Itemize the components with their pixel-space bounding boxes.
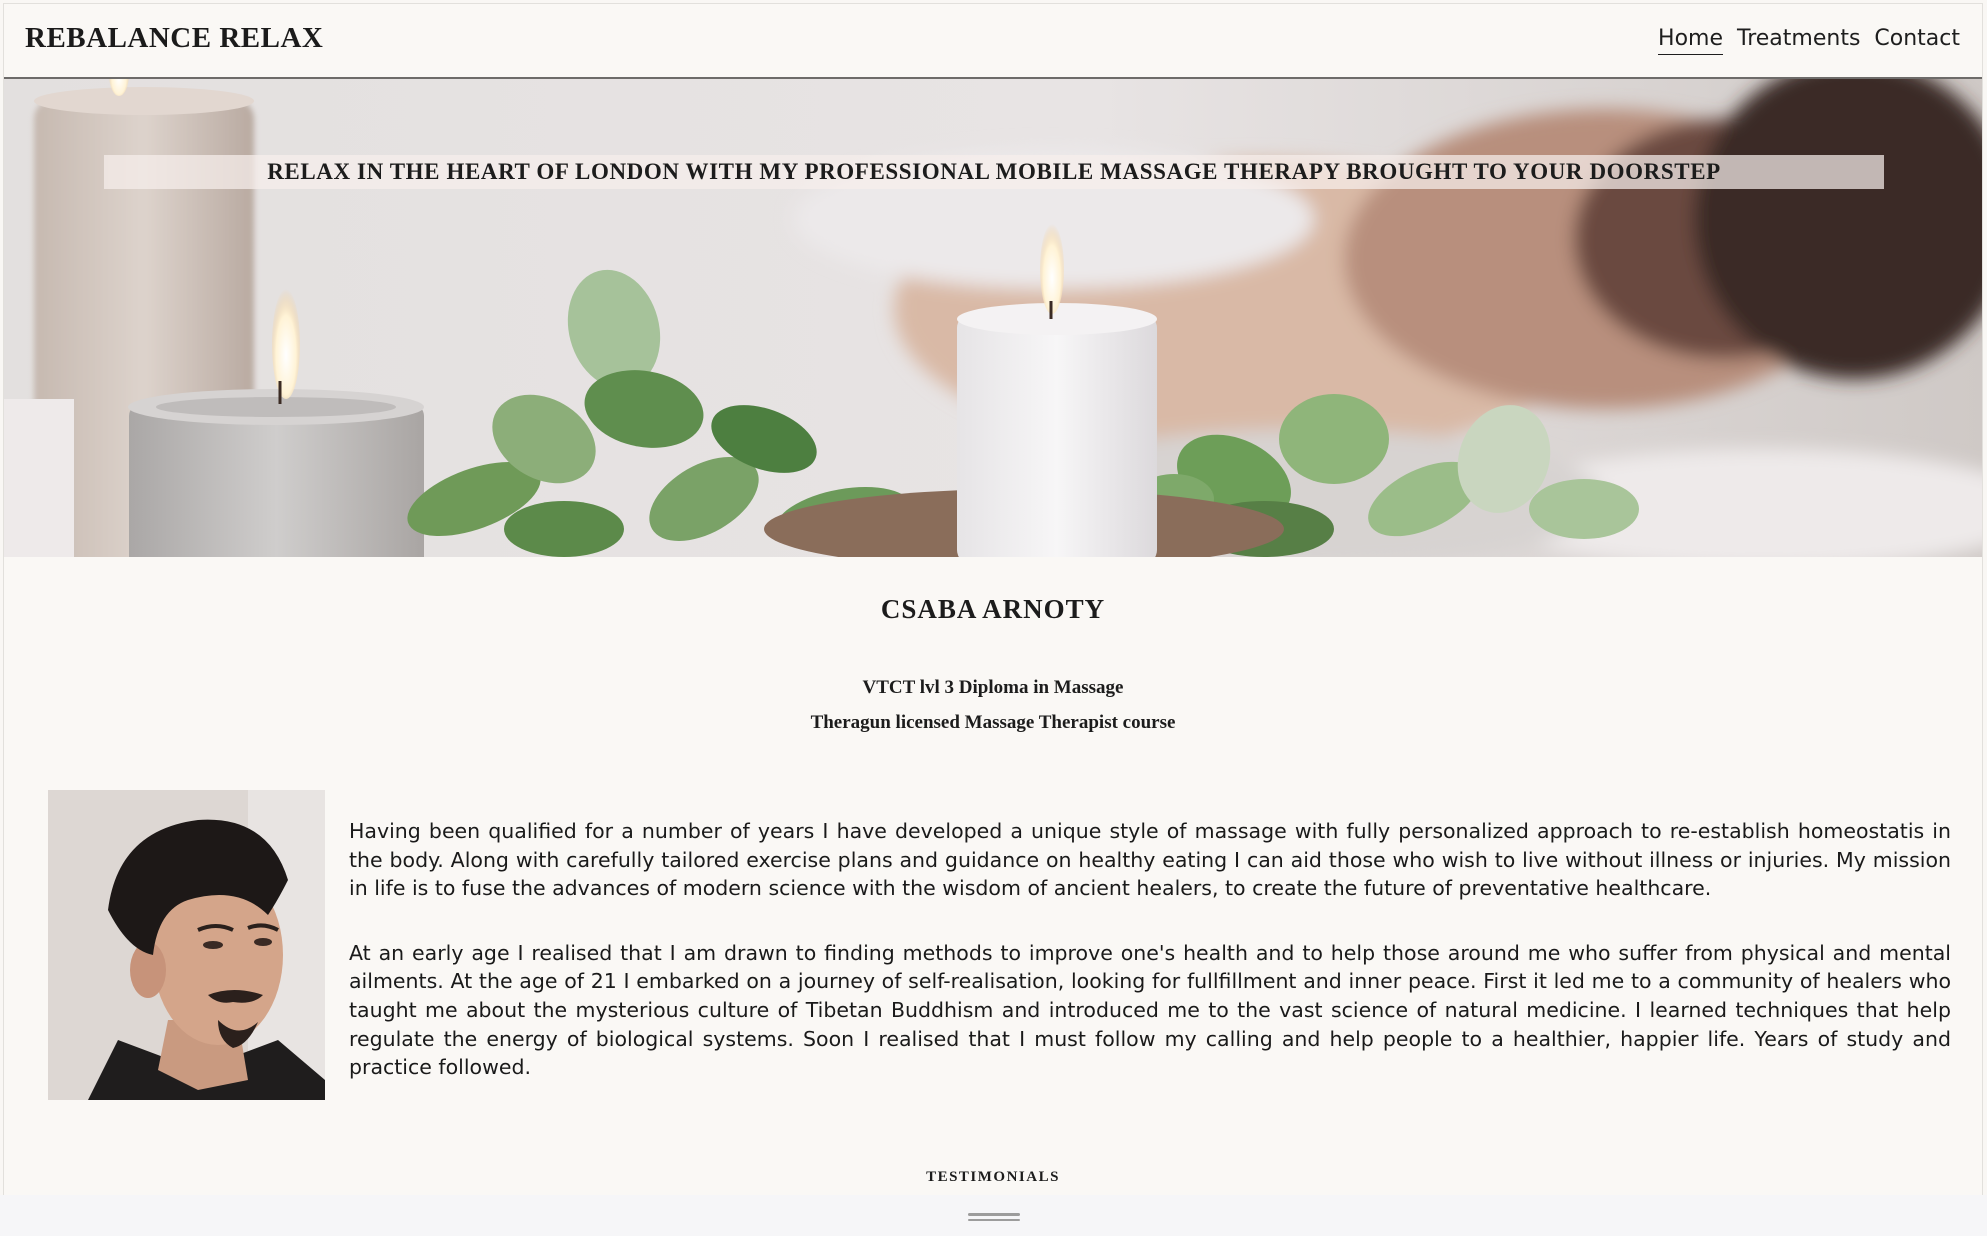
site-header: REBALANCE RELAX Home Treatments Contact (4, 4, 1982, 77)
hero-illustration (4, 79, 1982, 557)
page: REBALANCE RELAX Home Treatments Contact (3, 3, 1983, 1195)
nav-treatments-link[interactable]: Treatments (1737, 26, 1860, 55)
hero-tagline: RELAX IN THE HEART OF LONDON WITH MY PRO… (104, 155, 1884, 189)
bottom-bar (0, 1195, 1987, 1236)
main-nav: Home Treatments Contact (1658, 26, 1960, 55)
therapist-bio: Having been qualified for a number of ye… (349, 817, 1951, 1118)
therapist-portrait (48, 790, 325, 1100)
portrait-illustration (48, 790, 325, 1100)
hero-banner-image: RELAX IN THE HEART OF LONDON WITH MY PRO… (4, 77, 1982, 557)
bio-paragraph: At an early age I realised that I am dra… (349, 940, 1951, 1080)
site-logo[interactable]: REBALANCE RELAX (25, 22, 323, 55)
therapist-name: CSABA ARNOTY (880, 594, 1106, 624)
nav-home-link[interactable]: Home (1658, 26, 1723, 55)
bio-paragraph: Having been qualified for a number of ye… (349, 819, 1951, 901)
drag-handle-icon[interactable] (968, 1213, 1020, 1223)
qualification-item: Theragun licensed Massage Therapist cour… (810, 712, 1176, 733)
nav-contact-link[interactable]: Contact (1874, 26, 1960, 55)
testimonials-heading: TESTIMONIALS (926, 1169, 1060, 1185)
qualifications-list: VTCT lvl 3 Diploma in Massage Theragun l… (4, 670, 1982, 740)
qualification-item: VTCT lvl 3 Diploma in Massage (862, 677, 1124, 698)
